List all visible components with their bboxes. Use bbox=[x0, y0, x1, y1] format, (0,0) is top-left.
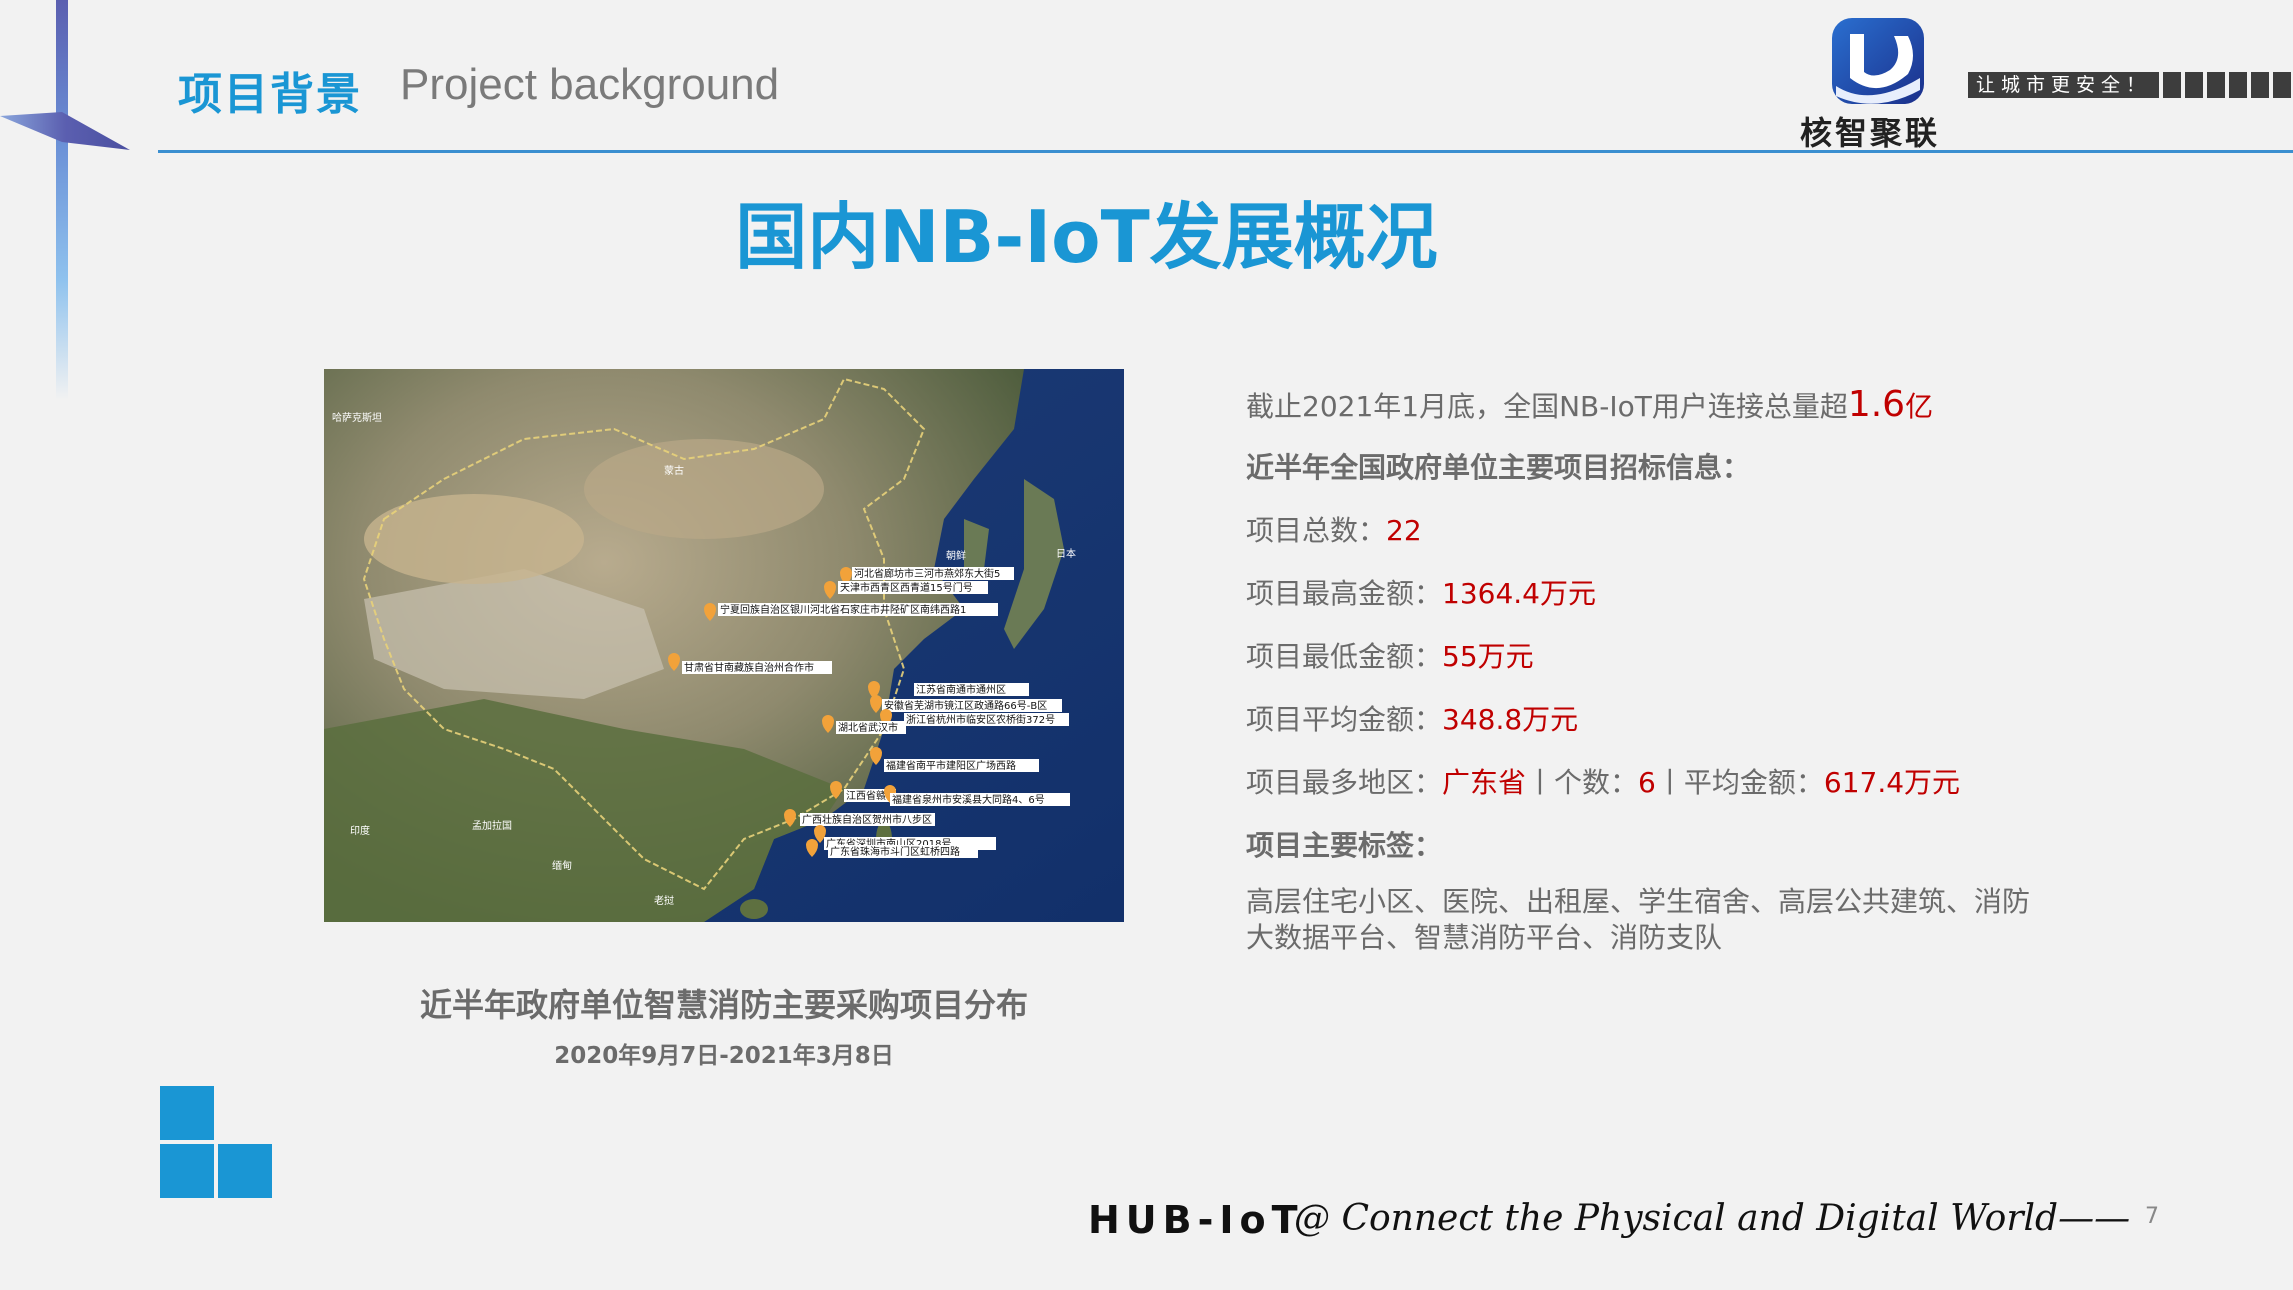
project-min-row: 项目最低金额：55万元 bbox=[1246, 640, 1534, 673]
nbiot-summary: 截止2021年1月底，全国NB-IoT用户连接总量超1.6亿 bbox=[1246, 384, 1934, 425]
slogan-stripes bbox=[2163, 72, 2293, 98]
section-title-cn: 项目背景 bbox=[178, 69, 362, 120]
svg-text:天津市西青区西青道15号门号: 天津市西青区西青道15号门号 bbox=[840, 581, 973, 594]
map-label-laos: 老挝 bbox=[654, 894, 674, 907]
satellite-map: 哈萨克斯坦 蒙古 朝鲜 日本 印度 孟加拉国 缅甸 老挝 河北省廊坊市三河市燕郊… bbox=[324, 369, 1124, 922]
tender-info-heading: 近半年全国政府单位主要项目招标信息： bbox=[1246, 451, 1751, 484]
project-region-avg: 617.4万元 bbox=[1823, 766, 1961, 799]
map-label-myanmar: 缅甸 bbox=[552, 859, 572, 872]
svg-text:江西省赣: 江西省赣 bbox=[846, 789, 886, 802]
brand-name: 核智聚联 bbox=[1800, 114, 1941, 152]
tags-heading: 项目主要标签： bbox=[1246, 829, 1443, 862]
svg-text:广西壮族自治区贺州市八步区: 广西壮族自治区贺州市八步区 bbox=[802, 813, 932, 826]
china-map-image: 哈萨克斯坦 蒙古 朝鲜 日本 印度 孟加拉国 缅甸 老挝 河北省廊坊市三河市燕郊… bbox=[324, 369, 1124, 922]
svg-text:广东省珠海市斗门区虹桥四路: 广东省珠海市斗门区虹桥四路 bbox=[830, 845, 960, 858]
map-label-korea: 朝鲜 bbox=[946, 549, 966, 562]
project-avg-value: 348.8万元 bbox=[1442, 703, 1579, 736]
map-caption: 近半年政府单位智慧消防主要采购项目分布 bbox=[419, 986, 1028, 1024]
project-avg-row: 项目平均金额：348.8万元 bbox=[1246, 703, 1579, 736]
project-max-row: 项目最高金额：1364.4万元 bbox=[1246, 577, 1596, 610]
svg-text:江苏省南通市通州区: 江苏省南通市通州区 bbox=[916, 683, 1006, 696]
svg-text:宁夏回族自治区银川河北省石家庄市井陉矿区南纬西路1: 宁夏回族自治区银川河北省石家庄市井陉矿区南纬西路1 bbox=[720, 603, 966, 616]
project-total-value: 22 bbox=[1386, 514, 1422, 547]
decorative-star-horizontal bbox=[0, 112, 130, 150]
project-max-value: 1364.4万元 bbox=[1442, 577, 1596, 610]
map-label-kazakhstan: 哈萨克斯坦 bbox=[332, 411, 382, 424]
svg-text:甘肃省甘南藏族自治州合作市: 甘肃省甘南藏族自治州合作市 bbox=[684, 661, 814, 674]
header-divider bbox=[158, 150, 2293, 153]
brand-logo-icon bbox=[1832, 18, 1924, 104]
svg-text:湖北省武汉市: 湖北省武汉市 bbox=[838, 721, 898, 734]
section-title-en: Project background bbox=[400, 60, 780, 109]
svg-text:浙江省杭州市临安区农桥街372号: 浙江省杭州市临安区农桥街372号 bbox=[906, 713, 1055, 726]
map-label-bangladesh: 孟加拉国 bbox=[472, 819, 512, 832]
map-label-japan: 日本 bbox=[1056, 547, 1076, 560]
svg-text:河北省廊坊市三河市燕郊东大街5: 河北省廊坊市三河市燕郊东大街5 bbox=[854, 567, 1000, 580]
project-min-value: 55万元 bbox=[1442, 640, 1534, 673]
project-region-value: 广东省 bbox=[1442, 766, 1527, 799]
project-info-panel: 截止2021年1月底，全国NB-IoT用户连接总量超1.6亿 近半年全国政府单位… bbox=[1246, 380, 2046, 954]
tags-text: 高层住宅小区、医院、出租屋、学生宿舍、高层公共建筑、消防大数据平台、智慧消防平台… bbox=[1246, 885, 2031, 954]
footer-brand: HUB-IoT bbox=[1088, 1198, 1304, 1242]
map-label-india: 印度 bbox=[350, 824, 370, 837]
svg-text:安徽省芜湖市镜江区政通路66号-B区: 安徽省芜湖市镜江区政通路66号-B区 bbox=[884, 699, 1047, 712]
project-region-count: 6 bbox=[1638, 766, 1656, 799]
svg-text:福建省南平市建阳区广场西路: 福建省南平市建阳区广场西路 bbox=[886, 759, 1016, 772]
footer-tagline: @ Connect the Physical and Digital World… bbox=[1294, 1198, 2131, 1239]
project-total-row: 项目总数：22 bbox=[1246, 514, 1422, 547]
summary-value: 1.6 bbox=[1847, 384, 1906, 425]
slogan-banner: 让城市更安全！ bbox=[1968, 72, 2293, 98]
svg-text:福建省泉州市安溪县大同路4、6号: 福建省泉州市安溪县大同路4、6号 bbox=[892, 793, 1045, 806]
summary-unit: 亿 bbox=[1905, 390, 1934, 423]
page-number: 7 bbox=[2145, 1204, 2159, 1229]
map-label-mongolia: 蒙古 bbox=[664, 464, 684, 477]
slogan-text: 让城市更安全！ bbox=[1968, 72, 2160, 98]
map-date-range: 2020年9月7日-2021年3月8日 bbox=[554, 1043, 894, 1069]
decorative-squares bbox=[160, 1086, 272, 1198]
project-region-row: 项目最多地区：广东省丨个数：6丨平均金额：617.4万元 bbox=[1246, 766, 1961, 799]
page-title: 国内NB-IoT发展概况 bbox=[735, 195, 1438, 279]
